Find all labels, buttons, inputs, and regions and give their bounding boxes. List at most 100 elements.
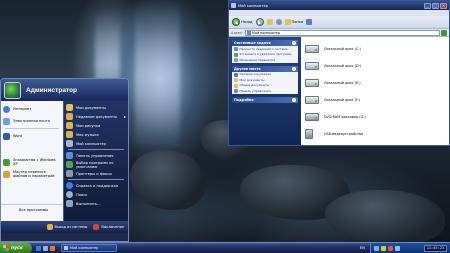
- drive-item[interactable]: DVD-RAM дисковод (G:): [305, 108, 445, 125]
- task-link-label: Изменение параметра: [239, 57, 276, 62]
- menu-item-email[interactable]: Электронная почта: [1, 115, 63, 127]
- printer-icon: [66, 170, 73, 177]
- forward-button[interactable]: ▶: [255, 18, 264, 26]
- all-programs-button[interactable]: Все программы: [1, 204, 63, 214]
- address-field[interactable]: Мой компьютер: [244, 29, 440, 36]
- task-panel-title: Системные задачи: [234, 41, 271, 45]
- menu-item-label: Принтеры и факсы: [76, 171, 112, 176]
- transfer-wizard-icon: [3, 170, 10, 178]
- computer-icon: [64, 246, 68, 250]
- documents-icon: [66, 104, 73, 111]
- menu-item-xp-tour[interactable]: Знакомство с Windows XP: [1, 156, 63, 168]
- rock: [130, 150, 205, 210]
- shutdown-button[interactable]: Выключение: [93, 224, 124, 230]
- user-name: Администратор: [26, 86, 77, 94]
- address-value: Мой компьютер: [251, 30, 281, 35]
- maximize-button[interactable]: □: [432, 2, 439, 9]
- security-tray-icon[interactable]: [388, 245, 393, 251]
- drive-item[interactable]: Локальный диск (E:): [305, 74, 445, 91]
- window-title: Мой компьютер: [238, 3, 268, 8]
- language-indicator[interactable]: EN: [360, 246, 365, 250]
- shared-documents-icon: [234, 83, 238, 88]
- clock[interactable]: 11:45:23: [423, 244, 447, 252]
- start-menu-header: Администратор: [1, 79, 128, 101]
- collapse-chevron-icon[interactable]: ˄: [292, 66, 296, 71]
- windows-logo-icon: [3, 245, 9, 251]
- menu-item-documents[interactable]: Мои документы: [64, 103, 128, 112]
- menu-item-label: Поиск: [76, 192, 88, 197]
- hard-disk-icon: [305, 61, 319, 70]
- recent-docs-icon: [66, 113, 73, 120]
- task-panel-header[interactable]: Подробно ˅: [232, 96, 298, 103]
- submenu-arrow-icon: ▸: [123, 114, 126, 119]
- menu-item-transfer-wizard[interactable]: Мастер переноса файлов и параметров: [1, 168, 63, 180]
- globe-icon: [3, 105, 10, 113]
- hard-disk-icon: [305, 95, 319, 104]
- control-panel-icon: [234, 89, 238, 93]
- drive-item[interactable]: Локальный диск (D:): [305, 57, 445, 74]
- task-link-label: Общие документы: [239, 83, 269, 87]
- menu-item-default-programs[interactable]: Выбор программ по умолчанию: [64, 160, 128, 169]
- back-button[interactable]: ◀ Назад: [232, 18, 253, 26]
- collapse-chevron-icon[interactable]: ˄: [292, 41, 296, 45]
- control-panel-icon: [66, 152, 73, 159]
- close-button[interactable]: ×: [440, 2, 447, 9]
- drive-item[interactable]: Локальный диск (F:): [305, 91, 445, 108]
- menu-item-music[interactable]: Моя музыка: [64, 130, 128, 139]
- folders-button[interactable]: Папки: [284, 19, 303, 25]
- xp-tour-icon: [3, 158, 10, 166]
- expand-chevron-icon[interactable]: ˅: [292, 97, 296, 102]
- menu-item-run[interactable]: Выполнить...: [64, 199, 128, 208]
- browser-icon[interactable]: [36, 245, 41, 251]
- menu-item-word[interactable]: Word: [1, 130, 63, 142]
- add-remove-programs-icon: [234, 52, 238, 57]
- up-button[interactable]: [266, 19, 273, 25]
- address-label: Адрес:: [231, 30, 243, 35]
- menu-item-computer[interactable]: Мой компьютер: [64, 139, 128, 148]
- media-player-icon[interactable]: [50, 245, 55, 251]
- task-link[interactable]: Панель управления: [232, 88, 298, 94]
- search-icon: [275, 19, 282, 25]
- start-menu: Администратор Интернет Электронная почта…: [0, 78, 129, 242]
- menu-item-control-panel[interactable]: Панель управления: [64, 151, 128, 160]
- drive-list: Локальный диск (C:) Локальный диск (D:) …: [301, 37, 449, 145]
- go-button[interactable]: [441, 29, 447, 36]
- drive-item[interactable]: USB-видеоустройство: [305, 125, 445, 142]
- menu-item-label: Моя музыка: [76, 132, 99, 137]
- separator: [5, 128, 59, 129]
- menu-item-pictures[interactable]: Мои рисунки: [64, 121, 128, 130]
- logoff-button[interactable]: Выход из системы: [46, 224, 87, 230]
- minimize-button[interactable]: _: [424, 2, 431, 9]
- network-tray-icon[interactable]: [374, 245, 379, 251]
- menu-item-search[interactable]: Поиск: [64, 190, 128, 199]
- taskbar-button-explorer[interactable]: Мой компьютер: [61, 244, 117, 252]
- hard-disk-icon: [305, 78, 319, 87]
- show-desktop-icon[interactable]: [43, 245, 48, 251]
- volume-tray-icon[interactable]: [381, 245, 386, 251]
- word-icon: [3, 132, 10, 140]
- task-panel-title: Подробно: [234, 97, 254, 102]
- start-button[interactable]: пуск: [0, 242, 32, 253]
- menu-item-internet[interactable]: Интернет: [1, 103, 63, 115]
- menu-item-label: Мои рисунки: [76, 123, 101, 128]
- rock: [325, 190, 445, 245]
- computer-icon: [231, 3, 236, 8]
- drive-label: Локальный диск (E:): [324, 80, 361, 85]
- search-button[interactable]: [275, 19, 282, 25]
- menu-item-help[interactable]: Справка и поддержка: [64, 181, 128, 190]
- drive-label: DVD-RAM дисковод (G:): [324, 114, 366, 119]
- task-label: Мой компьютер: [70, 246, 99, 250]
- views-button[interactable]: [306, 19, 313, 25]
- menu-item-printers[interactable]: Принтеры и факсы: [64, 169, 128, 178]
- help-icon: [66, 182, 73, 189]
- task-panel-details: Подробно ˅: [232, 96, 298, 103]
- default-programs-icon: [66, 161, 73, 168]
- window-title-bar[interactable]: Мой компьютер _ □ ×: [229, 1, 449, 10]
- task-link-label: Панель управления: [239, 88, 271, 93]
- avatar[interactable]: [4, 81, 21, 99]
- menu-item-recent-docs[interactable]: Недавние документы ▸: [64, 112, 128, 121]
- drive-item[interactable]: Локальный диск (C:): [305, 40, 445, 57]
- documents-icon: [234, 78, 238, 82]
- task-link[interactable]: Изменение параметра: [232, 57, 298, 63]
- display-tray-icon[interactable]: [395, 245, 400, 251]
